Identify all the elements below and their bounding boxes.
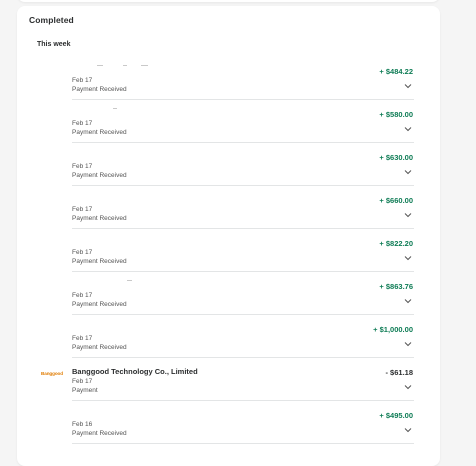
transaction-amount: + $660.00 <box>379 196 413 205</box>
redacted-name-mark <box>97 108 157 111</box>
chevron-down-icon[interactable] <box>403 167 413 177</box>
chevron-down-icon[interactable] <box>403 124 413 134</box>
transaction-row[interactable]: Feb 16 Payment Received + $495.00 <box>17 401 440 444</box>
transaction-row[interactable]: Feb 17 Payment Received + $630.00 <box>17 143 440 186</box>
transaction-row[interactable]: Feb 17 Payment Received + $660.00 <box>17 186 440 229</box>
transaction-date: Feb 17 <box>72 249 93 256</box>
previous-section-card <box>17 0 440 2</box>
chevron-down-icon[interactable] <box>403 81 413 91</box>
transaction-date: Feb 17 <box>72 77 93 84</box>
chevron-down-icon[interactable] <box>403 425 413 435</box>
transaction-date: Feb 17 <box>72 120 93 127</box>
transaction-amount: + $1,000.00 <box>373 325 413 334</box>
transaction-row[interactable]: Banggood Banggood Technology Co., Limite… <box>17 358 440 401</box>
completed-activity-card: Completed This week Feb 17 Payment Recei… <box>17 6 440 466</box>
transaction-row[interactable]: Feb 17 Payment Received + $1,000.00 <box>17 315 440 358</box>
transaction-status: Payment Received <box>72 258 127 265</box>
transaction-merchant: Banggood Technology Co., Limited <box>72 367 198 376</box>
transaction-amount: + $630.00 <box>379 153 413 162</box>
redacted-name-mark <box>97 65 157 68</box>
chevron-down-icon[interactable] <box>403 382 413 392</box>
redacted-name-mark <box>97 280 157 283</box>
chevron-down-icon[interactable] <box>403 296 413 306</box>
row-divider <box>72 443 414 444</box>
transaction-amount: + $822.20 <box>379 239 413 248</box>
transaction-amount: - $61.18 <box>385 368 413 377</box>
chevron-down-icon[interactable] <box>403 210 413 220</box>
transaction-date: Feb 17 <box>72 292 93 299</box>
transaction-list: Feb 17 Payment Received + $484.22 Feb 17… <box>17 57 440 444</box>
transaction-amount: + $863.76 <box>379 282 413 291</box>
transaction-date: Feb 17 <box>72 335 93 342</box>
section-title: Completed <box>29 15 74 25</box>
transaction-status: Payment Received <box>72 430 127 437</box>
transaction-amount: + $495.00 <box>379 411 413 420</box>
transaction-row[interactable]: Feb 17 Payment Received + $484.22 <box>17 57 440 100</box>
transaction-row[interactable]: Feb 17 Payment Received + $580.00 <box>17 100 440 143</box>
transaction-date: Feb 17 <box>72 378 93 385</box>
transaction-amount: + $580.00 <box>379 110 413 119</box>
group-title: This week <box>37 41 71 48</box>
transaction-row[interactable]: Feb 17 Payment Received + $822.20 <box>17 229 440 272</box>
transaction-date: Feb 17 <box>72 163 93 170</box>
transaction-status: Payment Received <box>72 344 127 351</box>
transaction-date: Feb 16 <box>72 421 93 428</box>
transaction-status: Payment Received <box>72 172 127 179</box>
transaction-status: Payment <box>72 387 98 394</box>
transaction-amount: + $484.22 <box>379 67 413 76</box>
transaction-status: Payment Received <box>72 129 127 136</box>
transaction-status: Payment Received <box>72 86 127 93</box>
banggood-logo: Banggood <box>41 371 63 376</box>
transaction-status: Payment Received <box>72 215 127 222</box>
transaction-status: Payment Received <box>72 301 127 308</box>
transaction-row[interactable]: Feb 17 Payment Received + $863.76 <box>17 272 440 315</box>
chevron-down-icon[interactable] <box>403 253 413 263</box>
chevron-down-icon[interactable] <box>403 339 413 349</box>
transaction-date: Feb 17 <box>72 206 93 213</box>
